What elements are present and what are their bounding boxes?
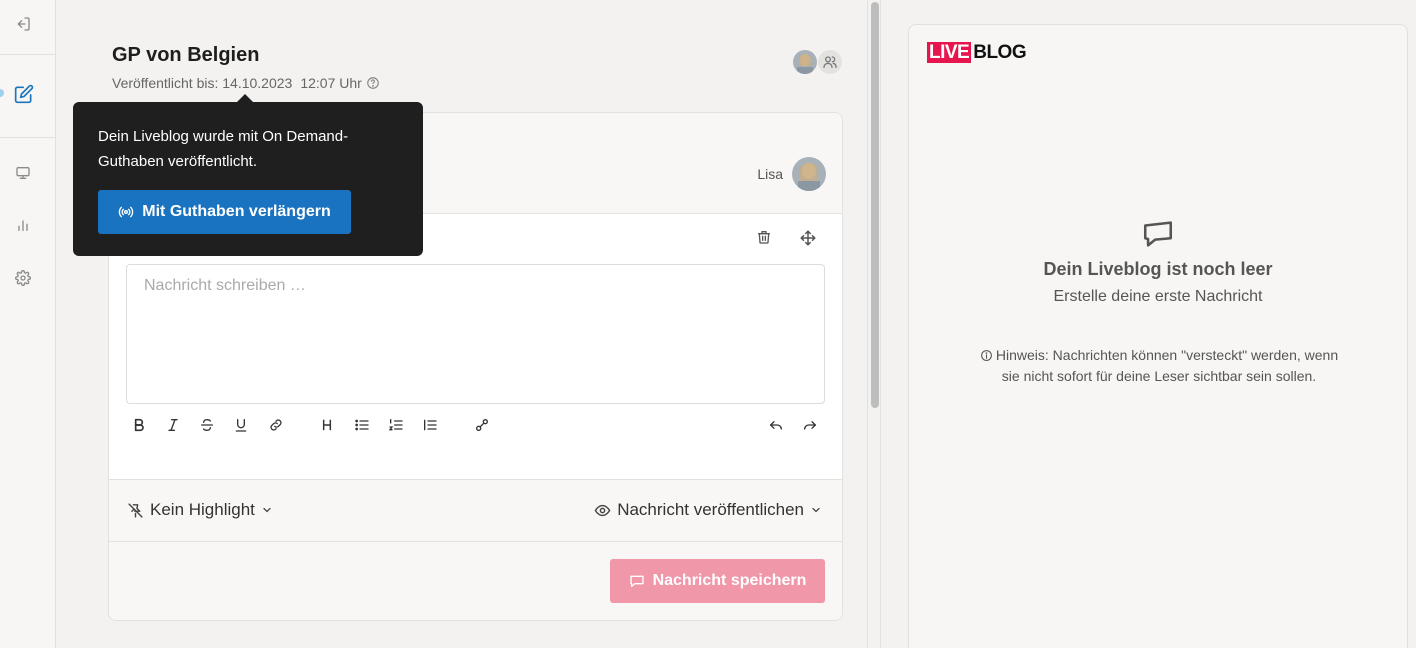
page-title: GP von Belgien [112, 44, 260, 66]
indent-list-icon[interactable] [422, 417, 440, 435]
liveblog-preview: LIVE BLOG Dein Liveblog ist noch leer Er… [908, 24, 1408, 648]
save-message-button[interactable]: Nachricht speichern [610, 559, 825, 603]
pin-off-icon [128, 502, 143, 518]
message-input[interactable]: Nachricht schreiben … [126, 264, 825, 404]
strikethrough-icon[interactable] [199, 417, 217, 435]
empty-state-title: Dein Liveblog ist noch leer [1043, 259, 1273, 279]
exit-icon[interactable] [15, 16, 33, 34]
save-label: Nachricht speichern [652, 572, 807, 589]
underline-icon[interactable] [233, 417, 251, 435]
highlight-dropdown[interactable]: Kein Highlight [127, 500, 273, 520]
chevron-down-icon [263, 507, 271, 513]
message-icon [1141, 217, 1175, 251]
broadcast-icon [119, 206, 134, 218]
rail-divider [0, 54, 56, 55]
hint-body: Hinweis: Nachrichten können "versteckt" … [995, 347, 1339, 384]
redo-icon[interactable] [802, 417, 820, 435]
eye-icon [594, 504, 611, 516]
logo-live: LIVE [927, 42, 972, 63]
edit-icon[interactable] [14, 84, 34, 104]
publish-dropdown[interactable]: Nachricht veröffentlichen [594, 500, 822, 520]
left-rail [0, 0, 56, 648]
published-time: 12:07 Uhr [300, 75, 362, 91]
bold-icon[interactable] [131, 417, 149, 435]
message-options: Kein Highlight Nachricht veröffentlichen [109, 479, 842, 542]
users-icon[interactable] [818, 50, 842, 74]
avatar[interactable] [793, 50, 817, 74]
undo-icon[interactable] [768, 417, 786, 435]
tooltip-text: Dein Liveblog wurde mit On Demand-Guthab… [98, 128, 349, 170]
gear-icon[interactable] [15, 270, 33, 288]
published-date: Veröffentlicht bis: 14.10.2023 [112, 75, 293, 91]
highlight-label: Kein Highlight [150, 500, 255, 519]
bullet-list-icon[interactable] [354, 417, 372, 435]
liveblog-logo: LIVE BLOG [927, 42, 1027, 63]
author-avatar[interactable] [792, 157, 826, 191]
extend-label: Mit Guthaben verlängern [142, 203, 331, 220]
card-footer: Nachricht speichern [109, 542, 842, 620]
hint-text: Hinweis: Nachrichten können "versteckt" … [979, 345, 1339, 387]
chart-icon[interactable] [15, 217, 33, 235]
chevron-down-icon [812, 507, 820, 513]
logo-blog: BLOG [973, 42, 1027, 63]
info-icon [980, 350, 992, 361]
publish-label: Nachricht veröffentlichen [617, 500, 804, 519]
embed-link-icon[interactable] [474, 417, 492, 435]
italic-icon[interactable] [165, 417, 183, 435]
rail-divider [0, 137, 56, 138]
author-name: Lisa [757, 166, 783, 182]
move-icon[interactable] [799, 229, 817, 247]
published-until: Veröffentlicht bis: 14.10.2023 12:07 Uhr [112, 75, 380, 91]
extend-with-credit-button[interactable]: Mit Guthaben verlängern [98, 190, 351, 234]
trash-icon[interactable] [756, 229, 774, 247]
empty-state-subtitle: Erstelle deine erste Nachricht [1053, 288, 1263, 305]
link-icon[interactable] [268, 417, 286, 435]
scrollbar-thumb[interactable] [871, 2, 879, 408]
credit-tooltip: Dein Liveblog wurde mit On Demand-Guthab… [73, 94, 423, 256]
numbered-list-icon[interactable] [388, 417, 406, 435]
heading-icon[interactable] [319, 417, 337, 435]
help-icon[interactable] [366, 76, 380, 90]
active-indicator [0, 89, 4, 97]
monitor-icon[interactable] [15, 165, 33, 183]
message-icon [629, 575, 644, 587]
